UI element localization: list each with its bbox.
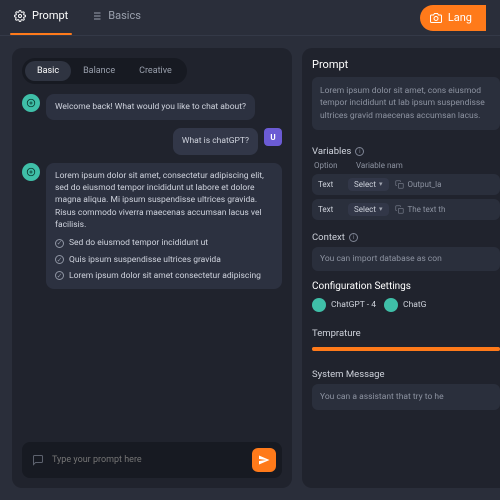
section-title-temperature: Temprature xyxy=(312,328,500,339)
variables-header-name: Variable nam xyxy=(356,161,403,170)
app-root: Prompt Basics Lang Basic Balance Creativ… xyxy=(0,0,500,500)
variable-row: Text Select ▾ The text th xyxy=(312,199,500,220)
side-panel: Prompt Lorem ipsum dolor sit amet, cons … xyxy=(302,48,500,488)
section-title-prompt: Prompt xyxy=(312,58,500,71)
message-user: What is chatGPT? U xyxy=(22,128,282,154)
check-item: ✓ Quis ipsum suspendisse ultrices gravid… xyxy=(55,254,273,266)
variable-type-select[interactable]: Select ▾ xyxy=(348,178,389,191)
variables-label: Variables xyxy=(312,146,351,157)
list-icon xyxy=(90,10,102,22)
chevron-down-icon: ▾ xyxy=(379,180,383,188)
prompt-body: Lorem ipsum dolor sit amet, cons eiusmod… xyxy=(320,85,492,122)
info-icon[interactable]: i xyxy=(355,147,364,156)
info-icon[interactable]: i xyxy=(349,233,358,242)
prompt-box: Lorem ipsum dolor sit amet, cons eiusmod… xyxy=(312,77,500,130)
section-title-context: Context i xyxy=(312,232,500,243)
chat-icon xyxy=(32,454,44,466)
language-button-label: Lang xyxy=(448,11,472,24)
config-models: ChatGPT - 4 ChatG xyxy=(312,298,500,312)
section-title-system-message: System Message xyxy=(312,369,500,380)
check-item: ✓ Sed do eiusmod tempor incididunt ut xyxy=(55,237,273,249)
variable-name-text: Output_la xyxy=(408,180,442,189)
camera-icon xyxy=(430,12,442,24)
check-text: Lorem ipsum dolor sit amet consectetur a… xyxy=(69,270,261,282)
bot-long-text: Lorem ipsum dolor sit amet, consectetur … xyxy=(55,170,273,232)
mode-tab-balance[interactable]: Balance xyxy=(71,61,127,81)
model-chip[interactable]: ChatGPT - 4 xyxy=(312,298,376,312)
chat-column: Basic Balance Creative Welcome back! Wha… xyxy=(12,48,292,488)
mode-tabs: Basic Balance Creative xyxy=(22,58,187,84)
bot-avatar-icon xyxy=(22,163,40,181)
model-dot-icon xyxy=(312,298,326,312)
tab-prompt[interactable]: Prompt xyxy=(14,9,68,26)
bot-long-bubble: Lorem ipsum dolor sit amet, consectetur … xyxy=(46,163,282,290)
mode-tab-basic[interactable]: Basic xyxy=(25,61,71,81)
topbar-tabs: Prompt Basics xyxy=(14,9,141,26)
send-icon xyxy=(258,454,270,466)
model-dot-icon xyxy=(384,298,398,312)
send-button[interactable] xyxy=(252,448,276,472)
variable-option: Text xyxy=(318,205,342,214)
prompt-input[interactable] xyxy=(52,455,244,465)
language-button[interactable]: Lang xyxy=(420,5,486,31)
check-item: ✓ Lorem ipsum dolor sit amet consectetur… xyxy=(55,270,273,282)
select-label: Select xyxy=(354,180,376,189)
chevron-down-icon: ▾ xyxy=(379,205,383,213)
select-label: Select xyxy=(354,205,376,214)
model-chip[interactable]: ChatG xyxy=(384,298,426,312)
variable-option: Text xyxy=(318,180,342,189)
variable-name-text: The text th xyxy=(408,205,446,214)
variable-name-cell: The text th xyxy=(395,205,495,214)
model-name: ChatGPT - 4 xyxy=(331,300,376,310)
check-icon: ✓ xyxy=(55,239,64,248)
section-title-variables: Variables i xyxy=(312,146,500,157)
mode-tab-creative[interactable]: Creative xyxy=(127,61,184,81)
message-bot-long: Lorem ipsum dolor sit amet, consectetur … xyxy=(22,163,282,290)
check-text: Quis ipsum suspendisse ultrices gravida xyxy=(69,254,221,266)
variable-type-select[interactable]: Select ▾ xyxy=(348,203,389,216)
copy-icon[interactable] xyxy=(395,205,404,214)
gear-icon xyxy=(14,10,26,22)
model-name: ChatG xyxy=(403,300,426,310)
message-bot: Welcome back! What would you like to cha… xyxy=(22,94,282,120)
tab-label: Prompt xyxy=(32,9,68,22)
tab-label: Basics xyxy=(108,9,141,22)
bot-message-text: Welcome back! What would you like to cha… xyxy=(46,94,255,120)
check-list: ✓ Sed do eiusmod tempor incididunt ut ✓ … xyxy=(55,237,273,282)
temperature-slider[interactable] xyxy=(312,347,500,351)
tab-basics[interactable]: Basics xyxy=(90,9,141,26)
chat-body: Welcome back! What would you like to cha… xyxy=(22,94,282,434)
system-message-box[interactable]: You can a assistant that try to he xyxy=(312,384,500,410)
check-icon: ✓ xyxy=(55,271,64,280)
topbar: Prompt Basics Lang xyxy=(0,0,500,36)
temperature-fill xyxy=(312,347,500,351)
copy-icon[interactable] xyxy=(395,180,404,189)
context-label: Context xyxy=(312,232,345,243)
prompt-input-bar xyxy=(22,442,282,478)
main-split: Basic Balance Creative Welcome back! Wha… xyxy=(0,36,500,500)
check-icon: ✓ xyxy=(55,255,64,264)
variables-header: Option Variable nam xyxy=(312,161,500,174)
variable-row: Text Select ▾ Output_la xyxy=(312,174,500,195)
bot-avatar-icon xyxy=(22,94,40,112)
check-text: Sed do eiusmod tempor incididunt ut xyxy=(69,237,208,249)
variable-name-cell: Output_la xyxy=(395,180,495,189)
variables-header-option: Option xyxy=(314,161,348,170)
user-avatar: U xyxy=(264,128,282,146)
context-box[interactable]: You can import database as con xyxy=(312,247,500,271)
section-title-config: Configuration Settings xyxy=(312,281,500,292)
user-message-text: What is chatGPT? xyxy=(173,128,258,154)
